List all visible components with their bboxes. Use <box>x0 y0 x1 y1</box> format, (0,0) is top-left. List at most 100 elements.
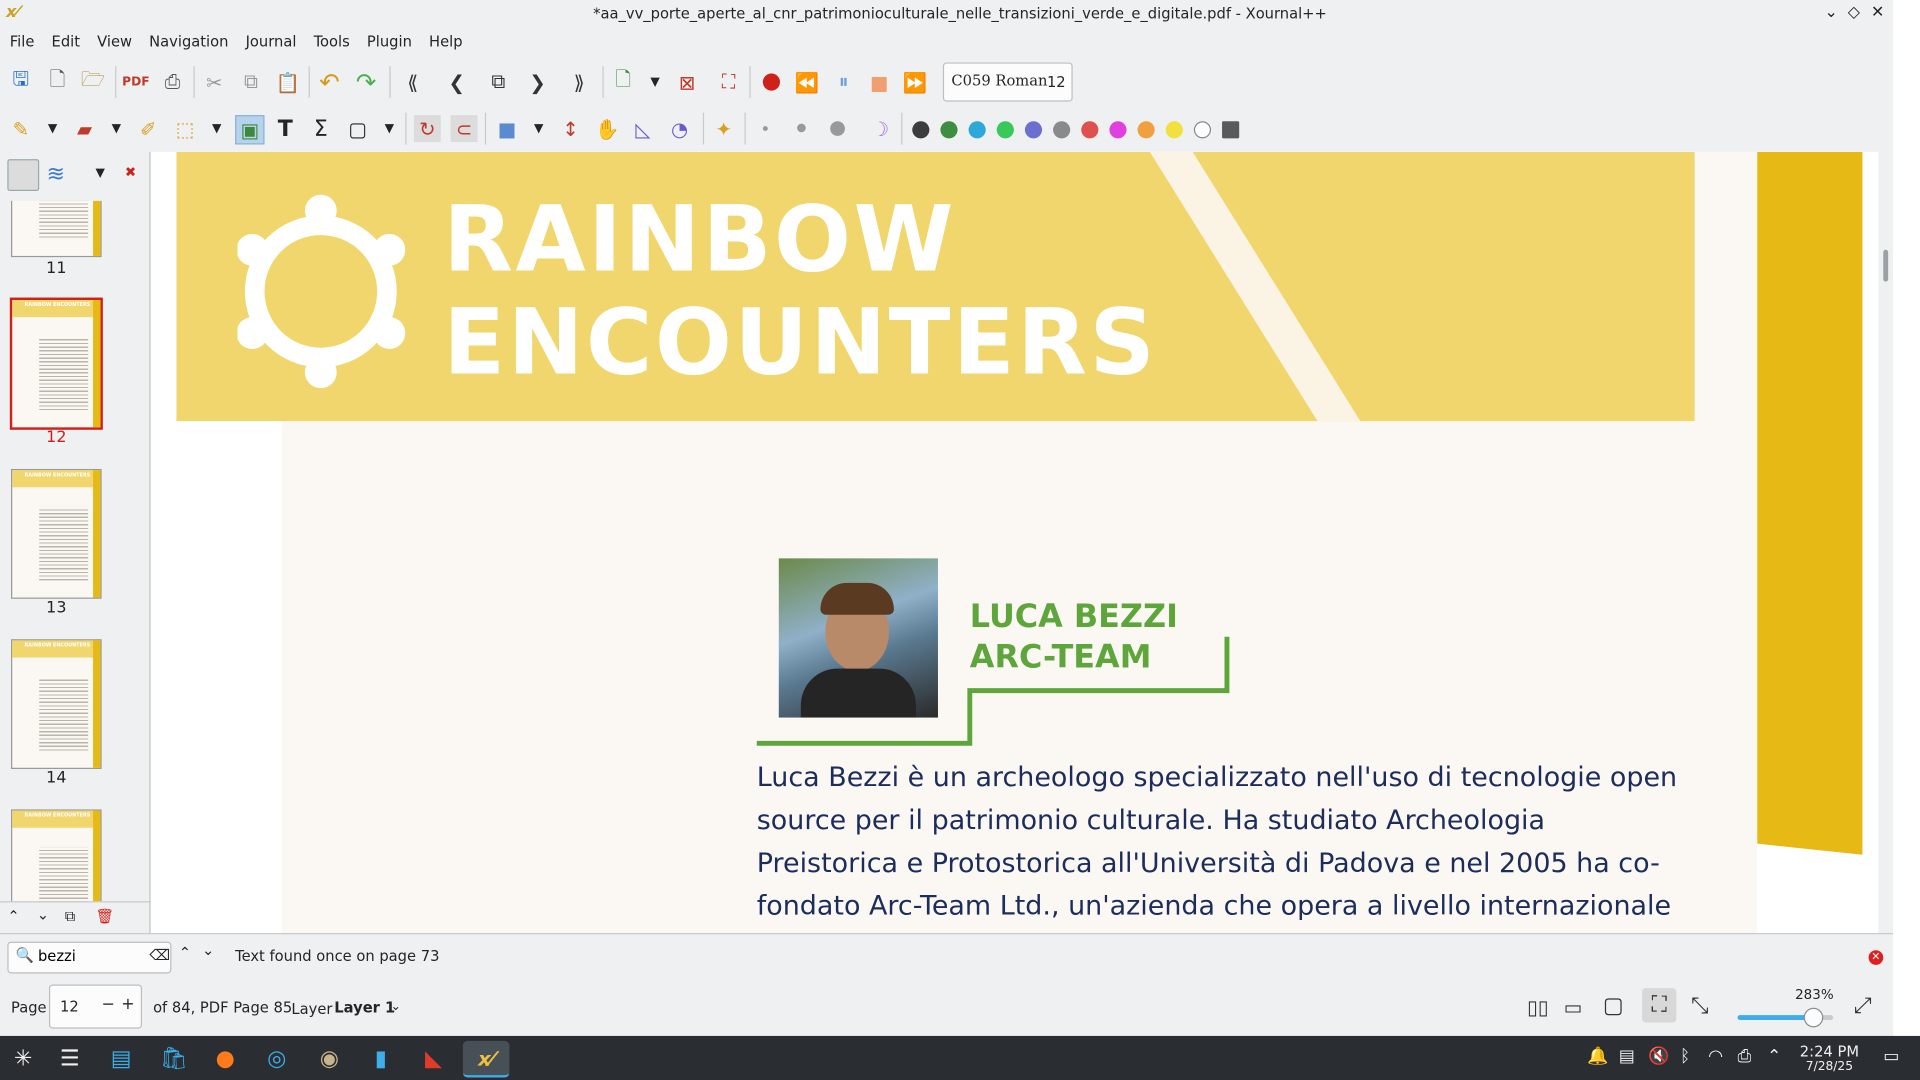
fast-forward-icon[interactable]: ⏩ <box>901 69 928 96</box>
notifications-icon[interactable]: 🔔 <box>1587 1047 1608 1067</box>
next-page-icon[interactable]: ❯ <box>524 69 551 96</box>
medium-stroke-icon[interactable] <box>797 123 806 133</box>
scrollbar-thumb[interactable] <box>1883 249 1889 282</box>
page-thumbnail[interactable]: RAINBOW ENCOUNTERS <box>11 468 102 599</box>
document-canvas[interactable]: RAINBOW ENCOUNTERS LUCA BEZZI ARC-TEAM L… <box>150 151 1879 934</box>
fullscreen-toggle-icon[interactable]: ⤢ <box>1854 993 1872 1019</box>
previous-page-icon[interactable]: ❮ <box>443 69 470 96</box>
search-previous-icon[interactable]: ⌃ <box>179 944 191 961</box>
close-window-button[interactable]: ✕ <box>1871 4 1884 22</box>
page-thumbnail-selected[interactable]: RAINBOW ENCOUNTERS <box>9 297 103 430</box>
open-folder-icon[interactable]: 🗁 <box>80 67 107 96</box>
undo-icon[interactable]: ↶ <box>316 67 343 96</box>
thin-stroke-icon[interactable] <box>762 126 768 132</box>
printer-icon[interactable]: ⎙ <box>1738 1047 1752 1067</box>
fit-width-icon[interactable]: ⛶ <box>1642 988 1677 1023</box>
fullscreen-icon[interactable]: ⛶ <box>715 69 742 96</box>
custom-color-icon[interactable] <box>1222 121 1240 139</box>
close-sidebar-icon[interactable]: ✖ <box>125 164 136 180</box>
clock-time[interactable]: 2:24 PM <box>1795 1043 1864 1060</box>
color-swatch[interactable] <box>1081 121 1099 139</box>
stop-icon[interactable]: ■ <box>866 69 893 96</box>
vertical-scrollbar[interactable] <box>1878 151 1894 934</box>
thick-stroke-icon[interactable] <box>830 121 845 136</box>
document-app-icon[interactable]: ▮ <box>362 1041 399 1075</box>
delete-page-icon[interactable]: ⊠ <box>673 69 700 96</box>
bluetooth-icon[interactable]: ᛒ <box>1680 1047 1690 1067</box>
page-spinbox[interactable]: 12 − + <box>48 984 143 1029</box>
clipboard-icon[interactable]: ▤ <box>1619 1047 1635 1067</box>
search-input[interactable] <box>37 945 136 968</box>
presentation-mode-icon[interactable]: ▭ <box>1564 996 1583 1019</box>
zoom-slider[interactable] <box>1737 1007 1834 1028</box>
discover-icon[interactable]: 🛍 <box>156 1041 193 1075</box>
grid-snapping-icon[interactable]: ⊂ <box>450 115 478 143</box>
application-launcher-icon[interactable]: ✳ <box>5 1041 42 1075</box>
page-thumbnail[interactable]: RAINBOW ENCOUNTERS <box>11 809 102 902</box>
latex-tool-icon[interactable]: Σ <box>307 115 334 142</box>
zoom-slider-handle[interactable] <box>1803 1007 1824 1028</box>
copy-icon[interactable]: ⧉ <box>238 69 265 96</box>
firefox-icon[interactable]: ● <box>207 1041 244 1075</box>
select-options-chevron-icon[interactable]: ▼ <box>203 115 230 142</box>
cut-icon[interactable]: ✂ <box>201 69 228 96</box>
font-selector[interactable]: C059 Roman 12 <box>942 62 1073 102</box>
tray-expand-icon[interactable]: ⌃ <box>1767 1047 1781 1067</box>
redo-icon[interactable]: ↷ <box>353 67 380 96</box>
menu-navigation[interactable]: Navigation <box>139 29 235 50</box>
color-swatch[interactable] <box>1165 121 1183 139</box>
color-swatch[interactable] <box>1053 121 1071 139</box>
search-next-icon[interactable]: ⌄ <box>202 942 214 959</box>
paste-icon[interactable]: 📋 <box>274 69 301 96</box>
search-field[interactable]: 🔍 ⌫ <box>7 941 172 974</box>
rotation-snapping-icon[interactable]: ↻ <box>413 115 441 143</box>
select-region-icon[interactable]: ⬚ <box>171 115 198 142</box>
fill-icon[interactable]: ■ <box>493 115 520 142</box>
compass-icon[interactable]: ◔ <box>666 115 693 142</box>
clock-date[interactable]: 7/28/25 <box>1795 1060 1864 1073</box>
pdf-reader-icon[interactable]: ◣ <box>415 1041 452 1075</box>
menu-help[interactable]: Help <box>419 29 470 50</box>
fit-page-icon[interactable]: ▢ <box>1603 993 1624 1019</box>
pen-options-chevron-icon[interactable]: ▼ <box>39 115 66 142</box>
show-desktop-icon[interactable]: ▭ <box>1883 1047 1899 1067</box>
decrement-page-icon[interactable]: − <box>102 996 115 1014</box>
color-swatch[interactable] <box>996 121 1014 139</box>
clear-search-icon[interactable]: ⌫ <box>149 947 170 964</box>
move-page-up-icon[interactable]: ⌃ <box>7 907 19 924</box>
duplicate-page-icon[interactable]: ⧉ <box>65 907 76 925</box>
menu-plugin[interactable]: Plugin <box>357 29 419 50</box>
new-document-icon[interactable]: 🗋 <box>44 67 71 96</box>
page-thumbnail[interactable]: RAINBOW ENCOUNTERS <box>11 639 102 769</box>
fill-options-chevron-icon[interactable]: ▼ <box>525 115 552 142</box>
menu-file[interactable]: File <box>0 29 42 50</box>
maximize-button[interactable]: ◇ <box>1848 4 1860 22</box>
browser-icon[interactable]: ◎ <box>258 1041 295 1075</box>
vertical-space-icon[interactable]: ↕ <box>557 115 584 142</box>
page-thumbnail[interactable] <box>11 200 102 258</box>
layers-icon[interactable]: ≋ <box>47 162 65 188</box>
move-page-down-icon[interactable]: ⌄ <box>37 906 49 923</box>
pen-icon[interactable]: ✎ <box>7 115 34 142</box>
page-preview-tab-icon[interactable] <box>7 159 40 192</box>
chevron-down-icon[interactable]: ▼ <box>642 69 669 96</box>
image-icon[interactable]: ▣ <box>235 115 265 145</box>
goto-page-icon[interactable]: ⧉ <box>485 69 512 96</box>
eraser-icon[interactable]: ▰ <box>71 115 98 142</box>
menu-journal[interactable]: Journal <box>236 29 304 50</box>
text-tool-icon[interactable]: T <box>272 115 299 142</box>
color-swatch[interactable] <box>1109 121 1127 139</box>
record-icon[interactable] <box>762 73 781 91</box>
color-swatch[interactable] <box>912 121 930 139</box>
menu-edit[interactable]: Edit <box>42 29 88 50</box>
menu-tools[interactable]: Tools <box>304 29 357 50</box>
layer-chevron-down-icon[interactable]: ⌄ <box>391 1000 401 1013</box>
save-icon[interactable]: 🖫 <box>7 67 34 96</box>
hand-icon[interactable]: ✋ <box>594 115 621 142</box>
color-swatch[interactable] <box>1193 121 1212 139</box>
close-search-icon[interactable]: ✕ <box>1868 950 1884 965</box>
print-icon[interactable]: ⎙ <box>159 69 186 96</box>
rewind-icon[interactable]: ⏪ <box>793 69 820 96</box>
sidebar-options-chevron-icon[interactable]: ▼ <box>96 167 105 180</box>
delete-page-icon[interactable]: 🗑 <box>96 907 115 924</box>
